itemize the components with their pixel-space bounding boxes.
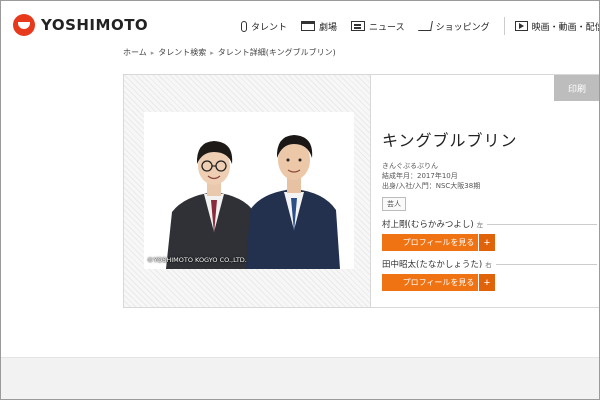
nav-label-theater: 劇場 bbox=[319, 22, 338, 33]
talent-info: キングブルブリン きんぐぶるぶりん 結成年月：2017年10月 出身/入社/入門… bbox=[382, 127, 597, 292]
chevron-right-icon: ▸ bbox=[150, 48, 155, 57]
talent-photo: ©YOSHIMOTO KOGYO CO.,LTD. bbox=[144, 112, 354, 269]
video-icon bbox=[514, 21, 528, 31]
member-block: 村上剛(むらかみつよし) 左 プロフィールを見る + bbox=[382, 218, 597, 252]
browser-frame: YOSHIMOTO タレント 劇場 ニュース ショッピング 映画・動画・配信 ホ… bbox=[0, 0, 600, 400]
member-name: 田中昭太(たなかしょうた) bbox=[382, 260, 483, 271]
talent-kana: きんぐぶるぶりん bbox=[382, 162, 438, 170]
member-position: 左 bbox=[476, 221, 484, 230]
member-row: 村上剛(むらかみつよし) 左 bbox=[382, 218, 597, 230]
category-tag: 芸人 bbox=[382, 197, 406, 212]
footer-band bbox=[1, 357, 599, 399]
photo-panel: ©YOSHIMOTO KOGYO CO.,LTD. bbox=[124, 75, 371, 307]
breadcrumb: ホーム ▸ タレント検索 ▸ タレント詳細(キングブルブリン) bbox=[123, 47, 336, 58]
photo-copyright: ©YOSHIMOTO KOGYO CO.,LTD. bbox=[147, 256, 247, 264]
nav-item-shopping[interactable]: ショッピング bbox=[417, 20, 490, 33]
breadcrumb-home[interactable]: ホーム bbox=[123, 47, 147, 58]
talent-name: キングブルブリン bbox=[382, 131, 518, 150]
member-block: 田中昭太(たなかしょうた) 右 プロフィールを見る + bbox=[382, 258, 597, 292]
site-header: YOSHIMOTO タレント 劇場 ニュース ショッピング 映画・動画・配信 bbox=[1, 1, 599, 41]
divider bbox=[495, 263, 597, 265]
nav-label-video: 映画・動画・配信 bbox=[531, 22, 600, 33]
member-position: 右 bbox=[485, 261, 492, 270]
origin-info: 出身/入社/入門：NSC大阪38期 bbox=[382, 182, 481, 191]
member-row: 田中昭太(たなかしょうた) 右 bbox=[382, 258, 597, 270]
logo[interactable]: YOSHIMOTO bbox=[13, 14, 148, 36]
view-profile-label: プロフィールを見る bbox=[402, 238, 475, 248]
view-profile-label: プロフィールを見る bbox=[402, 278, 475, 288]
duo-photo-illustration bbox=[144, 112, 354, 269]
nav-item-talent[interactable]: タレント bbox=[241, 20, 287, 33]
nav-label-shopping: ショッピング bbox=[435, 22, 490, 33]
nav-item-video[interactable]: 映画・動画・配信 bbox=[514, 20, 600, 33]
nav-label-news: ニュース bbox=[369, 22, 405, 33]
member-name: 村上剛(むらかみつよし) bbox=[382, 220, 474, 231]
plus-icon: + bbox=[478, 234, 495, 252]
stage-icon bbox=[301, 21, 316, 31]
news-icon bbox=[351, 21, 366, 31]
microphone-icon bbox=[241, 20, 247, 32]
print-button[interactable]: 印刷 bbox=[554, 75, 599, 101]
nav-item-news[interactable]: ニュース bbox=[351, 20, 405, 33]
nav-divider bbox=[503, 17, 505, 35]
nav-item-theater[interactable]: 劇場 bbox=[301, 20, 337, 33]
nav-label-talent: タレント bbox=[251, 22, 288, 33]
logo-text: YOSHIMOTO bbox=[41, 16, 149, 34]
view-profile-button[interactable]: プロフィールを見る + bbox=[382, 274, 495, 292]
breadcrumb-current: タレント詳細(キングブルブリン) bbox=[217, 48, 336, 57]
global-nav: タレント 劇場 ニュース ショッピング 映画・動画・配信 bbox=[241, 17, 600, 35]
cart-icon bbox=[417, 21, 433, 31]
formation-date: 結成年月：2017年10月 bbox=[382, 172, 458, 180]
yoshimoto-logo-icon bbox=[13, 14, 35, 36]
view-profile-button[interactable]: プロフィールを見る + bbox=[382, 234, 495, 252]
chevron-right-icon: ▸ bbox=[210, 48, 214, 57]
breadcrumb-talent-search[interactable]: タレント検索 bbox=[158, 47, 206, 58]
talent-card: ©YOSHIMOTO KOGYO CO.,LTD. 印刷 キングブルブリン きん… bbox=[123, 74, 599, 308]
divider bbox=[487, 223, 597, 225]
plus-icon: + bbox=[478, 274, 495, 292]
